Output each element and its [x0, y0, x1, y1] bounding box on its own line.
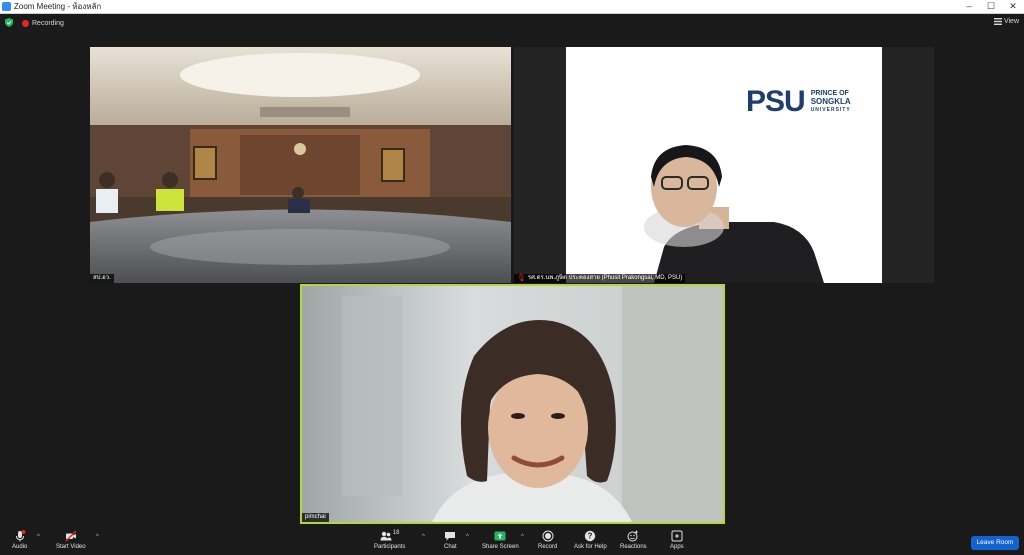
video-camera-off-icon — [65, 530, 77, 542]
reactions-label: Reactions — [620, 544, 647, 550]
video-tile-psu[interactable]: PSU PRINCE OF SONGKLA UNIVERSITY 🎙 รศ.ดร… — [514, 47, 934, 283]
video-options-caret-icon[interactable]: ^ — [96, 534, 99, 540]
ask-for-help-label: Ask for Help — [574, 544, 607, 550]
svg-text:?: ? — [588, 532, 593, 541]
psu-logo: PSU PRINCE OF SONGKLA UNIVERSITY — [746, 87, 851, 117]
record-label: Record — [538, 544, 558, 550]
record-icon — [542, 530, 554, 542]
audio-options-caret-icon[interactable]: ^ — [37, 534, 40, 540]
participant-name-label: สป.อว. — [90, 274, 114, 283]
participant-name-label: pimchai — [302, 513, 329, 522]
psu-logo-mark: PSU — [746, 85, 806, 118]
meeting-topbar: Recording View — [0, 14, 1024, 32]
microphone-icon — [15, 530, 26, 542]
help-question-icon: ? — [585, 530, 596, 542]
minimize-icon[interactable]: – — [958, 0, 980, 13]
view-grid-icon — [993, 18, 1002, 25]
video-tile-active-speaker[interactable]: pimchai — [300, 284, 725, 524]
reactions-smiley-icon — [627, 530, 639, 542]
ask-for-help-button[interactable]: ? Ask for Help — [574, 530, 607, 550]
chat-options-caret-icon[interactable]: ^ — [466, 534, 469, 540]
view-label: View — [1003, 18, 1019, 25]
share-screen-label: Share Screen — [482, 544, 519, 550]
apps-button[interactable]: Apps — [670, 530, 684, 550]
start-video-label: Start Video — [56, 544, 86, 550]
mic-muted-icon: 🎙 — [517, 275, 526, 282]
participant-count: 18 — [392, 530, 400, 536]
participants-label: Participants — [374, 544, 406, 550]
start-video-button[interactable]: Start Video — [56, 530, 86, 550]
share-screen-button[interactable]: Share Screen — [482, 530, 519, 550]
participants-options-caret-icon[interactable]: ^ — [422, 534, 425, 540]
audio-button[interactable]: Audio — [12, 530, 27, 550]
maximize-icon[interactable]: ☐ — [980, 0, 1002, 13]
video-tile-conference-room[interactable]: สป.อว. — [90, 47, 511, 283]
recording-label: Recording — [32, 20, 64, 27]
reactions-button[interactable]: Reactions — [620, 530, 647, 550]
recording-dot-icon — [22, 20, 29, 27]
view-button[interactable]: View — [993, 18, 1019, 25]
psu-logo-text: PRINCE OF SONGKLA UNIVERSITY — [811, 90, 851, 114]
participants-icon — [380, 531, 392, 541]
audio-label: Audio — [12, 544, 28, 550]
active-speaker-video — [302, 286, 723, 522]
leave-room-button[interactable]: Leave Room — [971, 536, 1019, 550]
conference-room-video — [90, 47, 511, 283]
meeting-toolbar: Audio ^ Start Video ^ 18 Participants ^ … — [0, 528, 1024, 555]
participants-button[interactable]: 18 Participants — [374, 530, 405, 550]
chat-button[interactable]: Chat — [444, 530, 457, 550]
window-titlebar: Zoom Meeting - ห้องหลัก – ☐ ✕ — [0, 0, 1024, 14]
window-title: Zoom Meeting - ห้องหลัก — [14, 2, 102, 11]
share-screen-icon — [494, 531, 506, 541]
participant-name-label: 🎙 รศ.ดร.นพ.ภูษิต ประคองสาย (Phusit Prako… — [514, 274, 686, 283]
apps-label: Apps — [670, 544, 684, 550]
share-options-caret-icon[interactable]: ^ — [521, 534, 524, 540]
apps-icon — [671, 530, 683, 542]
chat-label: Chat — [444, 544, 457, 550]
close-icon[interactable]: ✕ — [1002, 0, 1024, 13]
zoom-app-icon — [2, 2, 11, 11]
psu-logo-line3: UNIVERSITY — [810, 107, 851, 113]
recording-indicator[interactable]: Recording — [22, 18, 64, 29]
psu-logo-line2: SONGKLA — [810, 97, 851, 106]
security-shield-icon[interactable] — [5, 18, 13, 27]
chat-bubble-icon — [445, 532, 456, 541]
psu-participant-video — [566, 47, 882, 283]
record-button[interactable]: Record — [538, 530, 557, 550]
